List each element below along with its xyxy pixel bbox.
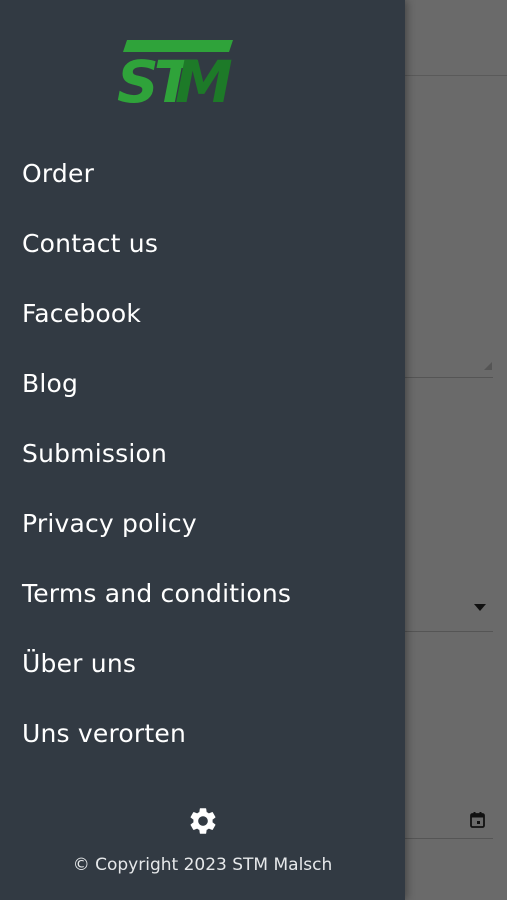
- copyright-text: © Copyright 2023 STM Malsch: [72, 855, 333, 875]
- background-select-underline: [405, 631, 493, 632]
- svg-text:M: M: [175, 48, 232, 106]
- gear-icon[interactable]: [187, 805, 219, 837]
- menu-item-privacy-policy[interactable]: Privacy policy: [0, 488, 405, 558]
- background-textarea-underline: [405, 377, 493, 378]
- menu-item-uber-uns[interactable]: Über uns: [0, 628, 405, 698]
- resize-handle-icon: [484, 362, 492, 370]
- menu-item-facebook[interactable]: Facebook: [0, 278, 405, 348]
- drawer-menu: Order Contact us Facebook Blog Submissio…: [0, 138, 405, 768]
- dropdown-caret-icon[interactable]: [474, 604, 486, 611]
- menu-item-uns-verorten[interactable]: Uns verorten: [0, 698, 405, 768]
- navigation-drawer: ST M Order Contact us Facebook Blog Subm…: [0, 0, 405, 900]
- menu-item-submission[interactable]: Submission: [0, 418, 405, 488]
- background-date-underline: [405, 838, 493, 839]
- menu-item-order[interactable]: Order: [0, 138, 405, 208]
- menu-item-terms-and-conditions[interactable]: Terms and conditions: [0, 558, 405, 628]
- stm-logo: ST M: [117, 40, 234, 106]
- menu-item-blog[interactable]: Blog: [0, 348, 405, 418]
- menu-item-contact-us[interactable]: Contact us: [0, 208, 405, 278]
- background-divider: [405, 75, 507, 76]
- calendar-icon[interactable]: [470, 812, 485, 828]
